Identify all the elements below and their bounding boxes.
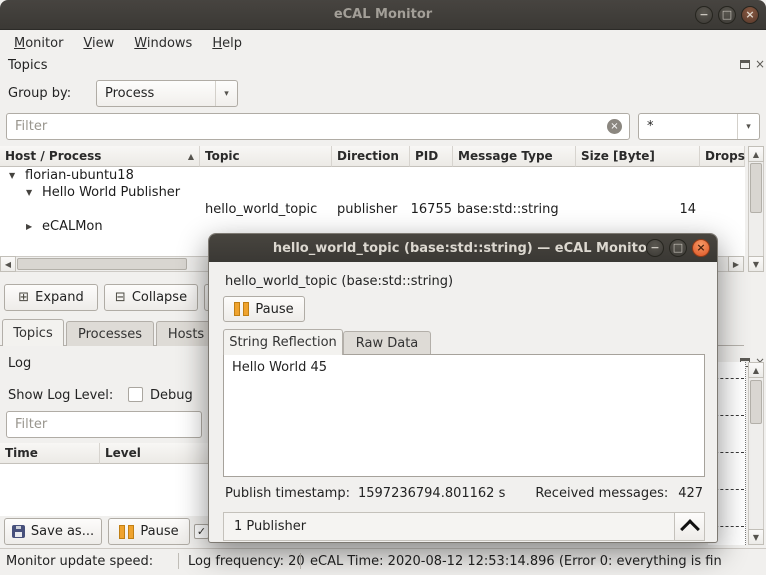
tab-hosts[interactable]: Hosts [156, 321, 216, 346]
status-separator [300, 553, 301, 569]
debug-label: Debug [150, 388, 193, 403]
topics-filter-input[interactable] [6, 113, 630, 140]
col-message-type[interactable]: Message Type [453, 146, 576, 167]
col-host-process[interactable]: Host / Process ▲ [0, 146, 200, 167]
menu-bar: Monitor View Windows Help [0, 30, 766, 56]
filter-scope-select[interactable]: * ▾ [638, 113, 760, 140]
tree-collapsed-icon[interactable]: ▶ [26, 222, 32, 231]
pause-icon [119, 524, 135, 539]
main-titlebar: eCAL Monitor − □ × [0, 0, 766, 30]
log-autoscroll-checkbox[interactable]: ✓ [194, 524, 209, 539]
save-as-button[interactable]: Save as... [4, 518, 102, 545]
topic-reflection-dialog: hello_world_topic (base:std::string) — e… [208, 233, 718, 543]
menu-view[interactable]: View [73, 33, 124, 54]
reflection-text-area[interactable]: Hello World 45 [223, 354, 705, 477]
log-col-time[interactable]: Time [0, 443, 100, 464]
minimize-icon[interactable]: − [646, 239, 664, 257]
pause-icon [234, 302, 250, 316]
tab-raw-data[interactable]: Raw Data [343, 331, 431, 355]
scroll-left-icon[interactable]: ◀ [0, 256, 16, 272]
debug-checkbox[interactable] [128, 387, 143, 402]
dialog-title: hello_world_topic (base:std::string) — e… [272, 240, 654, 256]
log-dock-title: Log [8, 356, 32, 371]
chevron-down-icon: ▾ [737, 114, 759, 139]
chevron-up-icon [679, 518, 700, 539]
group-by-value: Process [105, 86, 155, 101]
log-filter-input[interactable] [6, 411, 202, 438]
log-table-body [0, 464, 240, 516]
publish-timestamp-label: Publish timestamp: [225, 486, 350, 501]
status-ecal-time: eCAL Time: 2020-08-12 12:53:14.896 (Erro… [310, 554, 722, 569]
scroll-down-icon[interactable]: ▼ [748, 256, 764, 272]
tab-topics[interactable]: Topics [2, 319, 64, 346]
scroll-up-icon[interactable]: ▲ [748, 146, 764, 162]
close-icon[interactable]: × [741, 6, 759, 24]
collapse-button[interactable]: ⊟ Collapse [104, 284, 198, 311]
publish-timestamp-value: 1597236794.801162 s [357, 486, 506, 501]
topics-close-icon[interactable]: × [755, 58, 765, 70]
dialog-info-line: Publish timestamp: 1597236794.801162 s R… [225, 486, 703, 501]
save-icon [11, 525, 25, 538]
tab-string-reflection[interactable]: String Reflection [223, 329, 343, 355]
group-by-label: Group by: [8, 86, 72, 101]
received-messages-value: 427 [678, 486, 704, 501]
close-icon[interactable]: × [692, 239, 710, 257]
col-direction[interactable]: Direction [332, 146, 410, 167]
expand-icon: ⊞ [18, 290, 30, 305]
minimize-icon[interactable]: − [695, 6, 713, 24]
tree-expanded-icon[interactable]: ▼ [26, 188, 32, 197]
status-log-frequency: Log frequency: 20 [188, 554, 305, 569]
col-size[interactable]: Size [Byte] [576, 146, 700, 167]
menu-help[interactable]: Help [202, 33, 252, 54]
received-messages-label: Received messages: [535, 486, 669, 501]
dialog-heading: hello_world_topic (base:std::string) [225, 274, 454, 289]
col-drops[interactable]: Drops [700, 146, 745, 167]
topics-float-icon[interactable] [740, 60, 750, 69]
status-update-speed: Monitor update speed: [6, 554, 154, 569]
table-row-host[interactable]: ▼ florian-ubuntu18 [0, 167, 745, 184]
publisher-summary-bar[interactable]: 1 Publisher [223, 512, 705, 541]
tree-expanded-icon[interactable]: ▼ [9, 171, 15, 180]
menu-windows[interactable]: Windows [124, 33, 202, 54]
menu-monitor[interactable]: Monitor [4, 33, 73, 54]
ecal-monitor-window: eCAL Monitor − □ × Monitor View Windows … [0, 0, 766, 575]
main-window-title: eCAL Monitor [333, 7, 433, 22]
table-row-process[interactable]: ▼ Hello World Publisher [0, 184, 745, 201]
expand-button[interactable]: ⊞ Expand [4, 284, 98, 311]
vscroll-thumb[interactable] [750, 380, 762, 424]
scroll-down-icon[interactable]: ▼ [748, 529, 764, 545]
tab-processes[interactable]: Processes [66, 321, 154, 346]
group-by-select[interactable]: Process ▾ [96, 80, 238, 107]
scroll-right-icon[interactable]: ▶ [728, 256, 744, 272]
table-row-topic[interactable]: hello_world_topic publisher 16755 base:s… [0, 201, 745, 218]
scroll-up-icon[interactable]: ▲ [748, 362, 764, 378]
reflection-text: Hello World 45 [232, 360, 328, 375]
publisher-summary-text: 1 Publisher [234, 519, 307, 534]
expand-details-button[interactable] [674, 513, 704, 540]
sort-asc-icon: ▲ [187, 151, 194, 161]
vscroll-thumb[interactable] [750, 163, 762, 213]
maximize-icon[interactable]: □ [669, 239, 687, 257]
topics-dock-title: Topics [8, 58, 48, 73]
col-topic[interactable]: Topic [200, 146, 332, 167]
show-log-level-label: Show Log Level: [8, 388, 114, 403]
hscroll-thumb[interactable] [17, 258, 187, 270]
col-pid[interactable]: PID [410, 146, 453, 167]
chevron-down-icon: ▾ [215, 81, 237, 106]
log-pause-button[interactable]: Pause [108, 518, 190, 545]
dialog-titlebar: hello_world_topic (base:std::string) — e… [209, 234, 717, 262]
maximize-icon[interactable]: □ [718, 6, 736, 24]
status-separator [178, 553, 179, 569]
collapse-icon: ⊟ [114, 290, 126, 305]
filter-scope-value: * [647, 119, 654, 134]
dialog-pause-button[interactable]: Pause [223, 296, 305, 322]
clear-filter-icon[interactable]: × [607, 119, 622, 134]
